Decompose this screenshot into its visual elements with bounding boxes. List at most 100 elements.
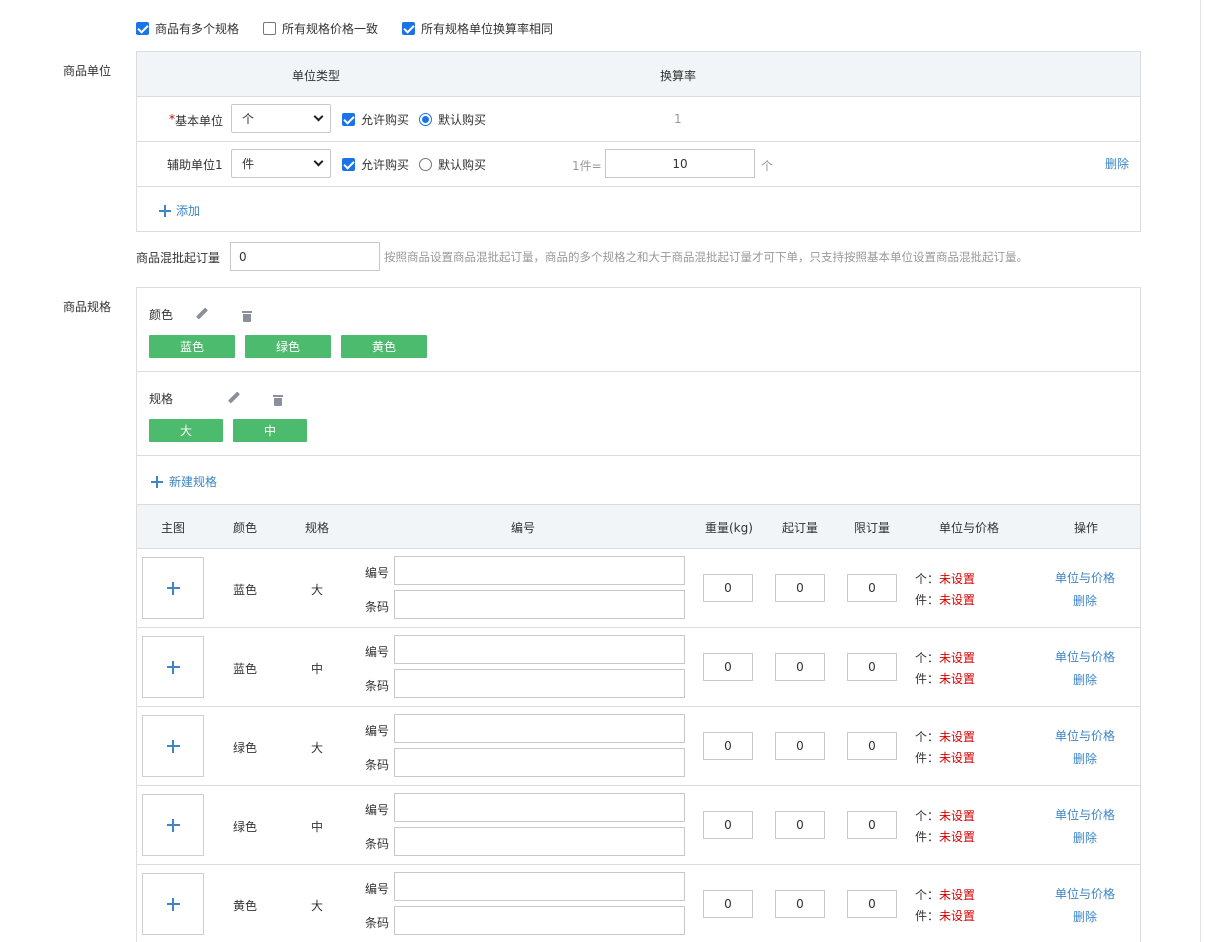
radio-selected-icon[interactable]	[419, 113, 432, 126]
spec-value-tag[interactable]: 蓝色	[149, 335, 235, 358]
base-default-option[interactable]: 默认购买	[419, 111, 486, 128]
unit-price-line: 个： 未设置	[915, 728, 975, 745]
set-unit-price-link[interactable]: 单位与价格	[1055, 648, 1115, 665]
weight-input[interactable]: 0	[703, 653, 753, 681]
spec-value-tag[interactable]: 绿色	[245, 335, 331, 358]
weight-input[interactable]: 0	[703, 811, 753, 839]
aux-allow-label: 允许购买	[361, 158, 410, 172]
barcode-input[interactable]	[394, 669, 685, 698]
base-unit-text: 基本单位	[175, 114, 224, 128]
max-order-input[interactable]: 0	[847, 732, 897, 760]
mixed-batch-input[interactable]: 0	[230, 242, 380, 271]
trash-icon[interactable]	[241, 310, 252, 322]
table-row: 蓝色 大 编号 条码 0 0 0 个： 未设置 件： 未设置 单位与价格 删除	[137, 549, 1140, 628]
delete-row-link[interactable]: 删除	[1073, 908, 1097, 925]
new-spec-button[interactable]: 新建规格	[151, 473, 217, 490]
weight-input[interactable]: 0	[703, 732, 753, 760]
code-input[interactable]	[394, 635, 685, 664]
add-unit-label: 添加	[176, 204, 201, 218]
code-input[interactable]	[394, 872, 685, 901]
unit-price-line: 件： 未设置	[915, 749, 975, 766]
spec-value-tag[interactable]: 黄色	[341, 335, 427, 358]
checkbox-checked-icon[interactable]	[342, 113, 355, 126]
aux-rate-input[interactable]: 10	[605, 149, 755, 178]
barcode-input[interactable]	[394, 590, 685, 619]
aux-unit-label: 辅助单位1	[167, 158, 223, 172]
code-label: 编号	[365, 724, 390, 738]
set-unit-price-link[interactable]: 单位与价格	[1055, 885, 1115, 902]
code-input[interactable]	[394, 556, 685, 585]
table-row: 绿色 大 编号 条码 0 0 0 个： 未设置 件： 未设置 单位与价格 删除	[137, 707, 1140, 786]
max-order-input[interactable]: 0	[847, 653, 897, 681]
plus-icon	[151, 475, 163, 488]
trash-icon[interactable]	[273, 394, 284, 406]
set-unit-price-link[interactable]: 单位与价格	[1055, 806, 1115, 823]
units-table-header: 单位类型 换算率	[137, 52, 1140, 97]
base-unit-value: 个	[242, 112, 255, 126]
add-unit-button[interactable]: 添加	[159, 202, 200, 219]
aux-default-option[interactable]: 默认购买	[419, 156, 486, 173]
code-input[interactable]	[394, 793, 685, 822]
barcode-input[interactable]	[394, 906, 685, 935]
code-input[interactable]	[394, 714, 685, 743]
unit-label: 件：	[915, 909, 940, 923]
barcode-label: 条码	[365, 758, 390, 772]
min-order-input[interactable]: 0	[775, 732, 825, 760]
row-color: 黄色	[233, 899, 258, 913]
min-order-input[interactable]: 0	[775, 811, 825, 839]
divider	[137, 371, 1140, 372]
delete-row-link[interactable]: 删除	[1073, 750, 1097, 767]
image-upload-button[interactable]	[142, 636, 204, 698]
radio-unselected-icon[interactable]	[419, 158, 432, 171]
unit-price-line: 个： 未设置	[915, 570, 975, 587]
checkbox-checked-icon[interactable]	[136, 22, 149, 35]
delete-row-link[interactable]: 删除	[1073, 829, 1097, 846]
unset-text: 未设置	[939, 830, 976, 844]
same-rate-option[interactable]: 所有规格单位换算率相同	[402, 20, 553, 37]
header-unit-price: 单位与价格	[939, 521, 1000, 535]
barcode-label: 条码	[365, 837, 390, 851]
weight-input[interactable]: 0	[703, 890, 753, 918]
edit-icon[interactable]	[227, 391, 241, 405]
plus-icon	[166, 897, 180, 911]
unset-text: 未设置	[939, 672, 976, 686]
row-size: 大	[311, 583, 324, 597]
unset-text: 未设置	[939, 730, 976, 744]
barcode-input[interactable]	[394, 748, 685, 777]
checkbox-unchecked-icon[interactable]	[263, 22, 276, 35]
min-order-input[interactable]: 0	[775, 890, 825, 918]
base-unit-label: * 基本单位	[169, 112, 223, 129]
unit-price-line: 个： 未设置	[915, 886, 975, 903]
weight-input[interactable]: 0	[703, 574, 753, 602]
max-order-input[interactable]: 0	[847, 574, 897, 602]
base-unit-select[interactable]: 个	[231, 104, 331, 133]
set-unit-price-link[interactable]: 单位与价格	[1055, 569, 1115, 586]
min-order-input[interactable]: 0	[775, 653, 825, 681]
base-allow-option[interactable]: 允许购买	[342, 111, 409, 128]
image-upload-button[interactable]	[142, 873, 204, 935]
base-allow-label: 允许购买	[361, 113, 410, 127]
same-price-option[interactable]: 所有规格价格一致	[263, 20, 378, 37]
aux-delete-link[interactable]: 删除	[1105, 155, 1129, 172]
barcode-input[interactable]	[394, 827, 685, 856]
image-upload-button[interactable]	[142, 715, 204, 777]
checkbox-checked-icon[interactable]	[342, 158, 355, 171]
checkbox-checked-icon[interactable]	[402, 22, 415, 35]
min-order-input[interactable]: 0	[775, 574, 825, 602]
spec-value-tag[interactable]: 中	[233, 419, 307, 442]
unset-text: 未设置	[939, 809, 976, 823]
unit-price-line: 件： 未设置	[915, 670, 975, 687]
aux-allow-option[interactable]: 允许购买	[342, 156, 409, 173]
image-upload-button[interactable]	[142, 557, 204, 619]
edit-icon[interactable]	[195, 307, 209, 321]
image-upload-button[interactable]	[142, 794, 204, 856]
max-order-input[interactable]: 0	[847, 890, 897, 918]
specs-section-label: 商品规格	[63, 300, 112, 314]
delete-row-link[interactable]: 删除	[1073, 671, 1097, 688]
aux-unit-select[interactable]: 件	[231, 149, 331, 178]
multi-spec-option[interactable]: 商品有多个规格	[136, 20, 239, 37]
max-order-input[interactable]: 0	[847, 811, 897, 839]
spec-value-tag[interactable]: 大	[149, 419, 223, 442]
set-unit-price-link[interactable]: 单位与价格	[1055, 727, 1115, 744]
delete-row-link[interactable]: 删除	[1073, 592, 1097, 609]
